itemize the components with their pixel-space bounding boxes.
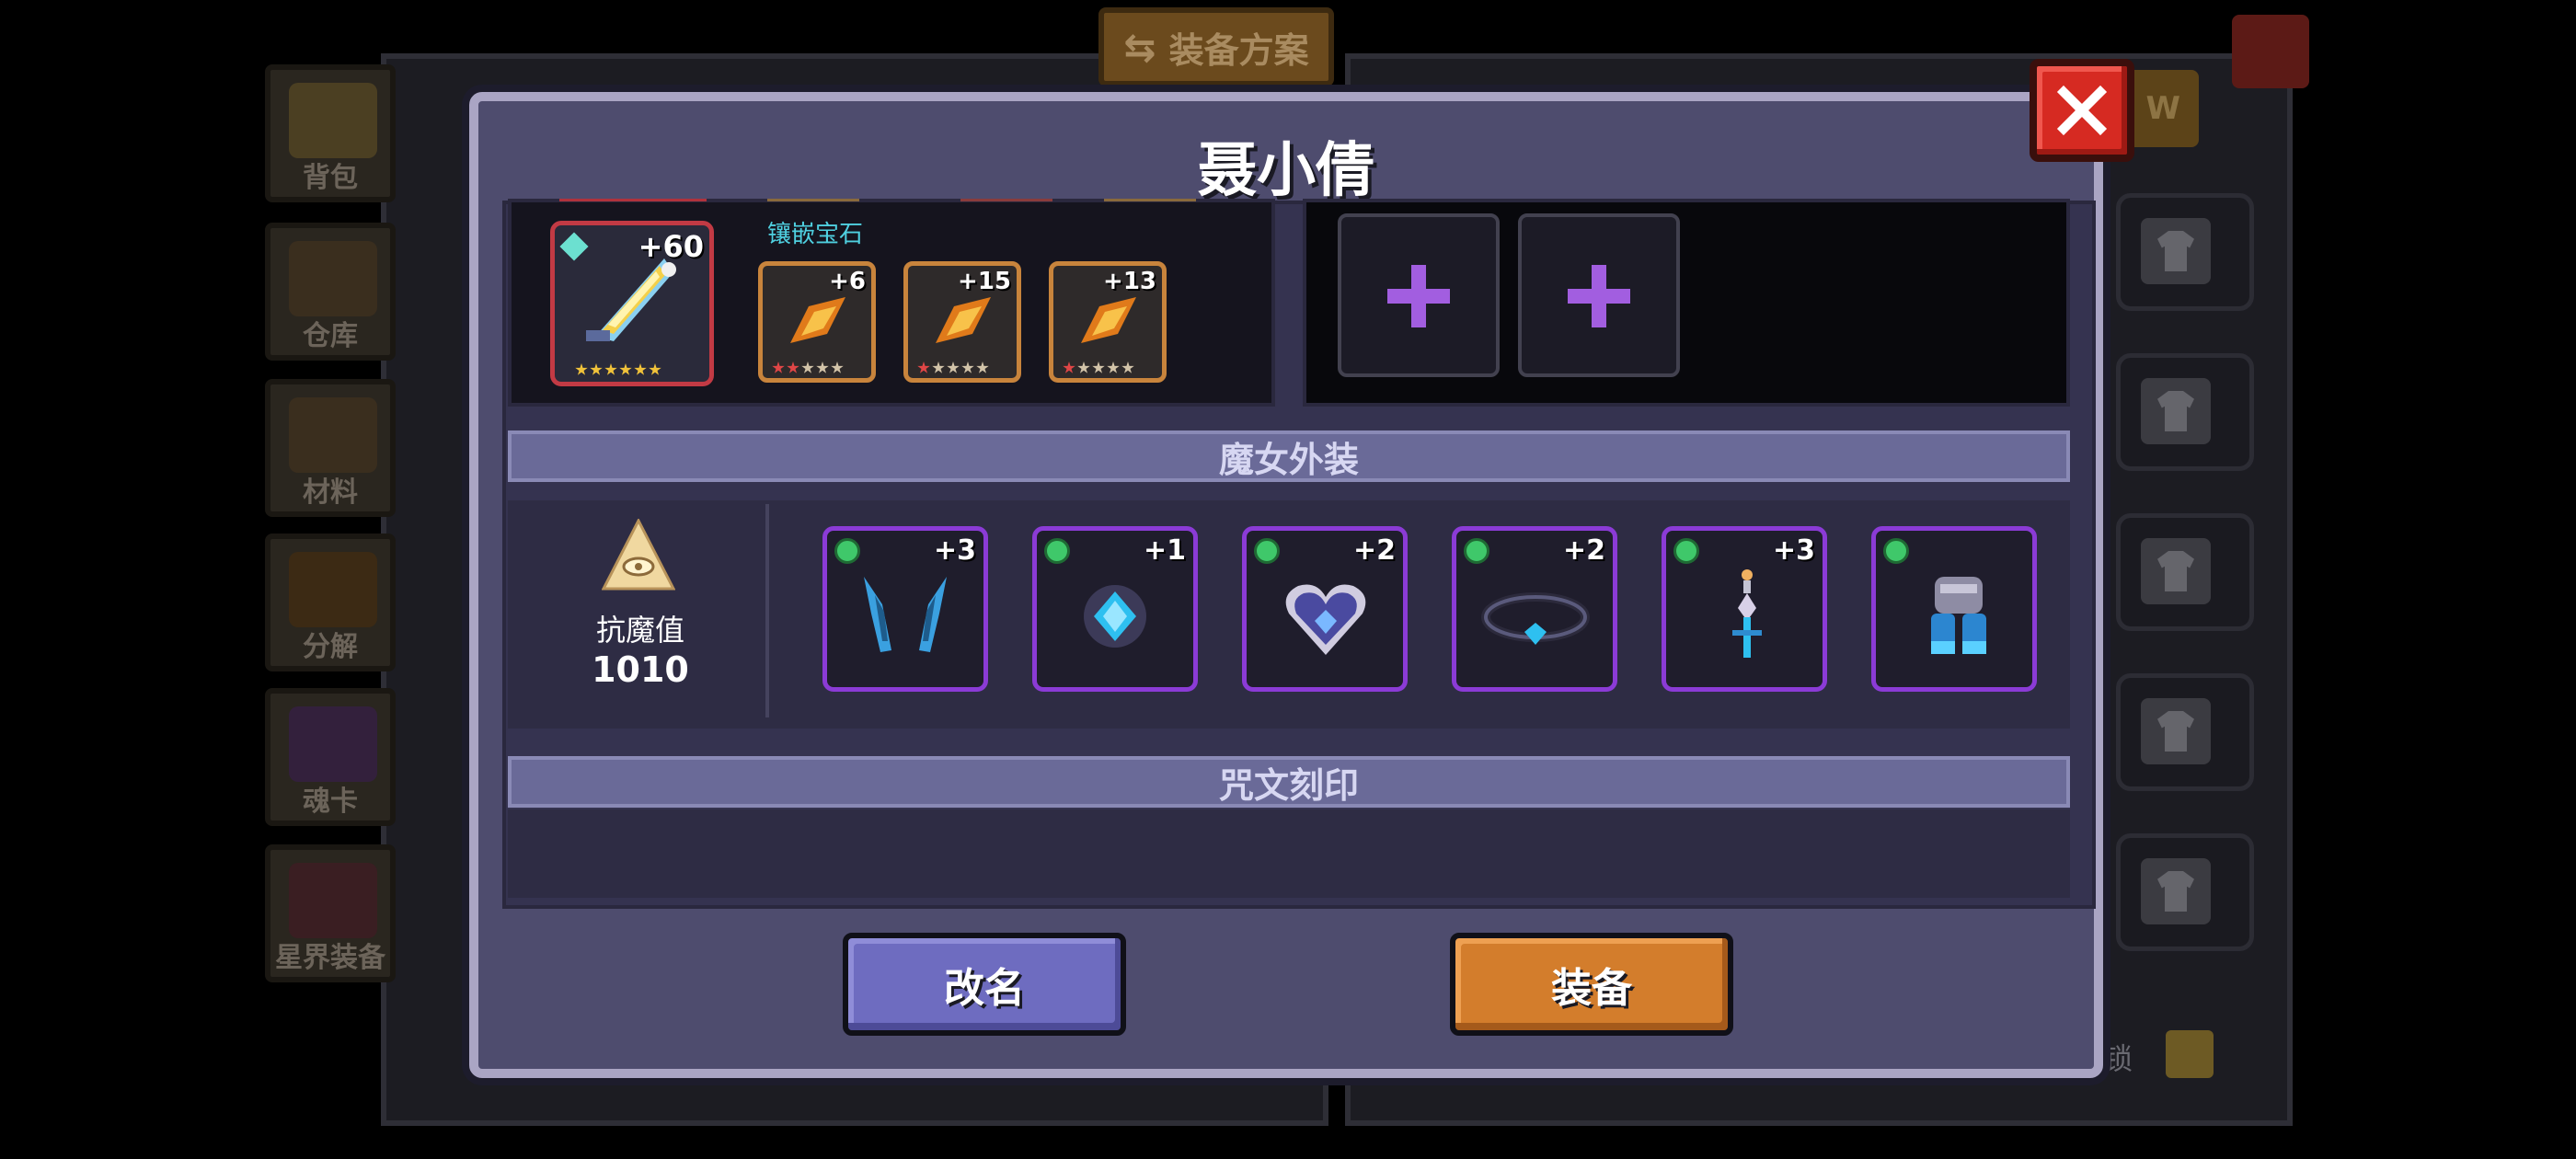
gem-label: 镶嵌宝石: [767, 221, 864, 248]
pot-icon: [289, 552, 377, 627]
star-rating: [1063, 361, 1134, 374]
modal-title: 聂小倩: [1198, 137, 1374, 205]
outfit-slot-heart[interactable]: +2: [1242, 526, 1408, 692]
background-close-button: [2232, 15, 2309, 88]
backpack-icon: [289, 83, 377, 158]
section-edge: [559, 199, 707, 201]
outfit-level: +3: [1772, 534, 1815, 567]
upgrade-gem-icon: [1464, 538, 1489, 564]
equipment-scheme-button[interactable]: ⇆ 装备方案: [1098, 7, 1334, 86]
background-lock-label: 锁: [2103, 1041, 2133, 1076]
star-rating: [772, 361, 844, 374]
sidebar-item-decompose[interactable]: 分解: [265, 534, 396, 671]
sidebar-item-label: 仓库: [303, 320, 358, 352]
sidebar-item-label: 背包: [303, 162, 358, 194]
fire-gem-icon: [936, 297, 991, 343]
chest-icon: [289, 241, 377, 316]
spell-imprint-panel: [508, 809, 2070, 898]
resist-value: 1010: [592, 649, 689, 690]
background-slot: [2116, 513, 2254, 631]
section-header-witch-outfit: 魔女外装: [508, 430, 2070, 482]
gem-slot[interactable]: +13: [1049, 261, 1167, 383]
rainbow-sword-icon: [586, 258, 676, 341]
horns-icon: [864, 577, 947, 652]
swap-icon: ⇆: [1123, 24, 1156, 70]
main-equipment-slot[interactable]: +60: [550, 221, 714, 386]
shirt-icon: [2141, 378, 2211, 444]
outfit-level: +3: [933, 534, 976, 567]
outfit-level: +1: [1143, 534, 1186, 567]
equip-button[interactable]: 装备: [1450, 933, 1733, 1036]
outfit-slot-choker[interactable]: +2: [1452, 526, 1617, 692]
shirt-icon: [2141, 858, 2211, 924]
divider: [765, 504, 769, 717]
equipment-scheme-label: 装备方案: [1168, 29, 1309, 71]
lock-icon: [2166, 1030, 2214, 1078]
boots-icon: [1931, 577, 1986, 654]
background-slot: [2116, 353, 2254, 471]
add-slot-button[interactable]: [1338, 213, 1500, 377]
sidebar-item-warehouse[interactable]: 仓库: [265, 223, 396, 361]
sword-earring-icon: [1732, 569, 1762, 658]
upgrade-gem-icon: [1883, 538, 1909, 564]
sidebar-item-backpack[interactable]: 背包: [265, 64, 396, 202]
upgrade-gem-icon: [834, 538, 860, 564]
shirt-icon: [2141, 538, 2211, 604]
sidebar-item-materials[interactable]: 材料: [265, 379, 396, 517]
section-edge: [1104, 199, 1196, 201]
astral-icon: [289, 863, 377, 938]
sidebar-item-label: 魂卡: [303, 786, 358, 818]
section-edge: [767, 199, 859, 201]
sidebar-item-astral-equipment[interactable]: 星界装备: [265, 844, 396, 982]
star-rating: [575, 363, 661, 376]
section-edge: [960, 199, 1052, 201]
shirt-icon: [2141, 218, 2211, 284]
fire-gem-icon: [1081, 297, 1136, 343]
blue-gem-amulet-icon: [1084, 585, 1146, 648]
rename-button[interactable]: 改名: [843, 933, 1126, 1036]
choker-icon: [1481, 592, 1590, 645]
outfit-slot-earring[interactable]: +3: [1662, 526, 1827, 692]
heart-pendant-icon: [1285, 584, 1366, 655]
outfit-level: +2: [1352, 534, 1396, 567]
sidebar-item-soul-card[interactable]: 魂卡: [265, 688, 396, 826]
section-header-spell-imprint: 咒文刻印: [508, 756, 2070, 808]
sidebar-item-label: 分解: [303, 631, 358, 663]
card-icon: [289, 706, 377, 782]
sidebar-item-label: 材料: [303, 476, 358, 509]
star-rating: [917, 361, 989, 374]
background-slot: [2116, 833, 2254, 951]
background-slot: [2116, 193, 2254, 311]
materials-icon: [289, 397, 377, 473]
shirt-icon: [2141, 698, 2211, 764]
upgrade-gem-icon: [1254, 538, 1280, 564]
close-button[interactable]: [2030, 59, 2134, 162]
outfit-level: +2: [1562, 534, 1605, 567]
upgrade-gem-icon: [1673, 538, 1699, 564]
close-icon: [2056, 85, 2108, 136]
gem-slot[interactable]: +6: [758, 261, 876, 383]
pyramid-eye-icon: [602, 519, 675, 591]
upgrade-gem-icon: [1044, 538, 1070, 564]
add-slot-button[interactable]: [1518, 213, 1680, 377]
outfit-slot-boots[interactable]: [1871, 526, 2037, 692]
outfit-slot-amulet[interactable]: +1: [1032, 526, 1198, 692]
background-slot: [2116, 673, 2254, 791]
gem-slot[interactable]: +15: [903, 261, 1021, 383]
outfit-slot-horns[interactable]: +3: [822, 526, 988, 692]
sidebar-item-label: 星界装备: [275, 942, 385, 974]
fire-gem-icon: [790, 297, 845, 343]
resist-label: 抗魔值: [595, 613, 684, 648]
